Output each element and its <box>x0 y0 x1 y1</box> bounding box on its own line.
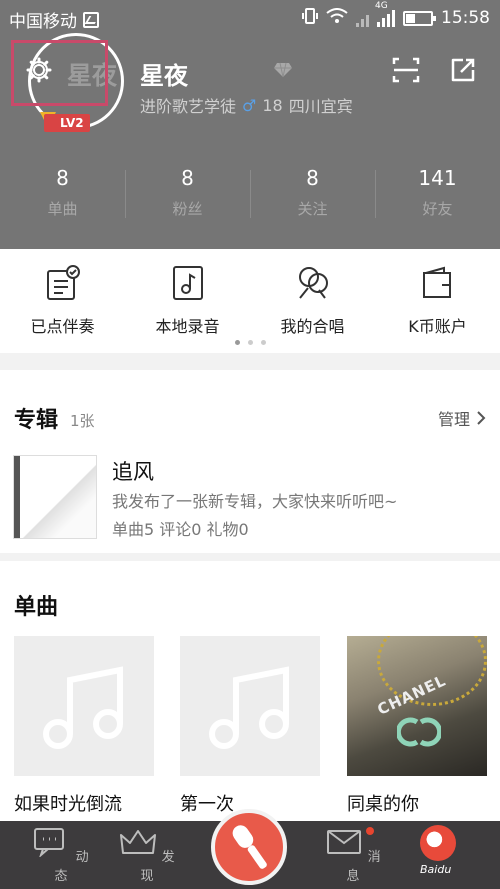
chevron-right-icon <box>477 411 486 425</box>
stat-value: 8 <box>181 166 194 190</box>
gear-icon[interactable] <box>26 57 52 83</box>
stat-value: 8 <box>306 166 319 190</box>
album-section: 专辑 1张 管理 追风 我发布了一张新专辑，大家快来听听吧~ 单曲5 评论0 礼… <box>0 370 500 553</box>
single-card[interactable]: CHANEL 同桌的你 <box>347 636 487 816</box>
stat-friends[interactable]: 141 好友 <box>375 164 500 224</box>
quick-menu: 已点伴奏 本地录音 我的合唱 K币账户 <box>0 249 500 353</box>
watermark: Baidu <box>420 863 452 876</box>
music-note-icon <box>43 666 123 749</box>
nav-feed[interactable]: 动态 <box>31 827 91 884</box>
music-file-icon <box>172 266 203 300</box>
quick-item-my-duet[interactable]: 我的合唱 <box>250 249 375 341</box>
single-card[interactable]: 第一次 <box>180 636 320 816</box>
nav-messages[interactable]: 消息 <box>323 827 383 884</box>
level-badge: LV2 <box>44 114 90 132</box>
wifi-icon <box>326 8 348 28</box>
network-type-label: 4G <box>375 1 388 11</box>
battery-icon <box>403 10 436 26</box>
single-cover-photo: CHANEL <box>347 636 487 776</box>
stat-fans[interactable]: 8 粉丝 <box>125 164 250 224</box>
record-button[interactable] <box>211 809 287 885</box>
album-meta: 单曲5 评论0 礼物0 <box>112 520 249 539</box>
music-note-icon <box>209 666 289 749</box>
profile-subtitle: 进阶歌艺学徒 ♂ 18 四川宜宾 <box>140 93 353 117</box>
album-description: 我发布了一张新专辑，大家快来听听吧~ <box>112 492 398 511</box>
manage-label: 管理 <box>437 410 470 429</box>
unread-badge <box>366 827 374 835</box>
quick-item-accompaniment[interactable]: 已点伴奏 <box>0 249 125 341</box>
location-label: 四川宜宾 <box>288 97 353 116</box>
single-name: 同桌的你 <box>347 794 419 815</box>
scan-icon[interactable] <box>392 56 420 84</box>
level-title: 进阶歌艺学徒 <box>140 97 237 116</box>
wallet-icon <box>422 266 451 298</box>
stat-label: 单曲 <box>47 200 78 218</box>
single-cover <box>14 636 154 776</box>
status-bar: 中国移动 4G 15:58 <box>0 0 500 36</box>
singles-section-title: 单曲 <box>14 595 59 620</box>
nav-discover[interactable]: 发现 <box>117 827 177 884</box>
diamond-icon[interactable] <box>273 62 293 78</box>
quick-item-label: K币账户 <box>408 317 467 336</box>
male-icon: ♂ <box>242 95 257 115</box>
stat-value: 141 <box>418 166 457 190</box>
album-cover[interactable] <box>13 455 97 539</box>
quick-item-label: 本地录音 <box>155 317 220 336</box>
stat-following[interactable]: 8 关注 <box>250 164 375 224</box>
envelope-icon <box>327 830 362 854</box>
singles-section: 单曲 如果时光倒流 第一次 CHANEL 同桌的你 <box>0 561 500 821</box>
age-label: 18 <box>262 95 283 115</box>
nickname: 星夜 <box>140 62 188 90</box>
stat-label: 粉丝 <box>172 200 203 218</box>
crown-icon <box>120 830 157 854</box>
status-time: 15:58 <box>441 8 490 28</box>
carrier-label: 中国移动 <box>9 12 77 32</box>
stat-label: 关注 <box>297 200 328 218</box>
stats-row: 8 单曲 8 粉丝 8 关注 141 好友 <box>0 164 500 224</box>
pendant-logo <box>397 717 441 747</box>
manage-button[interactable]: 管理 <box>438 406 486 430</box>
album-section-title: 专辑 <box>14 408 59 433</box>
page-indicator <box>0 340 500 345</box>
nav-me-avatar[interactable] <box>420 825 456 861</box>
share-icon[interactable] <box>449 56 477 84</box>
stat-label: 好友 <box>422 200 453 218</box>
bottom-nav: 动态 发现 消息 Baidu <box>0 809 500 889</box>
image-notification-icon <box>83 11 99 28</box>
microphone-icon <box>232 825 267 869</box>
quick-item-label: 我的合唱 <box>280 317 345 336</box>
quick-item-local-recording[interactable]: 本地录音 <box>125 249 250 341</box>
single-card[interactable]: 如果时光倒流 <box>14 636 154 816</box>
stat-value: 8 <box>56 166 69 190</box>
stat-singles[interactable]: 8 单曲 <box>0 164 125 224</box>
single-cover <box>180 636 320 776</box>
album-count: 1张 <box>70 412 95 430</box>
quick-item-kcoin-account[interactable]: K币账户 <box>375 249 500 341</box>
chat-bubble-icon <box>34 828 65 859</box>
profile-header: 中国移动 4G 15:58 星夜 LV2 星夜 进阶歌艺学徒 ♂ 18 四川宜宾… <box>0 0 500 249</box>
vibrate-icon <box>302 7 318 29</box>
list-check-icon <box>46 265 80 300</box>
quick-item-label: 已点伴奏 <box>30 317 95 336</box>
album-name[interactable]: 追风 <box>112 456 154 486</box>
signal-4g-icon: 4G <box>375 1 395 27</box>
single-name: 如果时光倒流 <box>14 794 122 815</box>
duet-icon <box>298 267 328 299</box>
signal-weak-icon <box>356 9 369 27</box>
